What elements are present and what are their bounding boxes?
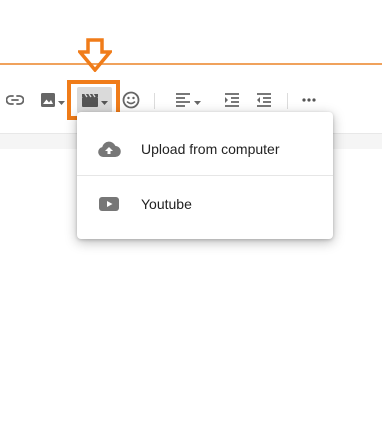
down-arrow-annotation-icon — [78, 38, 112, 72]
outdent-button[interactable] — [254, 90, 274, 110]
cloud-upload-icon — [77, 140, 141, 158]
image-icon — [40, 93, 55, 107]
menu-item-label: Youtube — [141, 195, 192, 212]
chevron-down-icon — [57, 100, 65, 105]
link-icon — [6, 95, 24, 105]
toolbar-separator — [154, 93, 155, 109]
toolbar-separator — [287, 93, 288, 109]
emoji-icon — [122, 91, 140, 109]
align-left-icon — [176, 93, 190, 107]
menu-item-upload-from-computer[interactable]: Upload from computer — [77, 121, 333, 176]
more-horizontal-icon — [302, 98, 316, 102]
chevron-down-icon — [194, 100, 201, 105]
outdent-icon — [257, 93, 271, 107]
video-button[interactable] — [77, 87, 112, 113]
video-dropdown-menu: Upload from computer Youtube — [77, 112, 333, 239]
indent-button[interactable] — [222, 90, 242, 110]
video-clapper-icon — [82, 93, 98, 107]
youtube-icon — [77, 196, 141, 212]
emoji-button[interactable] — [121, 90, 141, 110]
link-button[interactable] — [5, 90, 25, 110]
top-bar — [0, 0, 382, 65]
indent-icon — [225, 93, 239, 107]
more-button[interactable] — [299, 90, 319, 110]
align-button[interactable] — [172, 90, 204, 110]
menu-item-youtube[interactable]: Youtube — [77, 176, 333, 231]
chevron-down-icon — [101, 100, 108, 105]
menu-item-label: Upload from computer — [141, 140, 280, 157]
image-button[interactable] — [37, 90, 67, 110]
